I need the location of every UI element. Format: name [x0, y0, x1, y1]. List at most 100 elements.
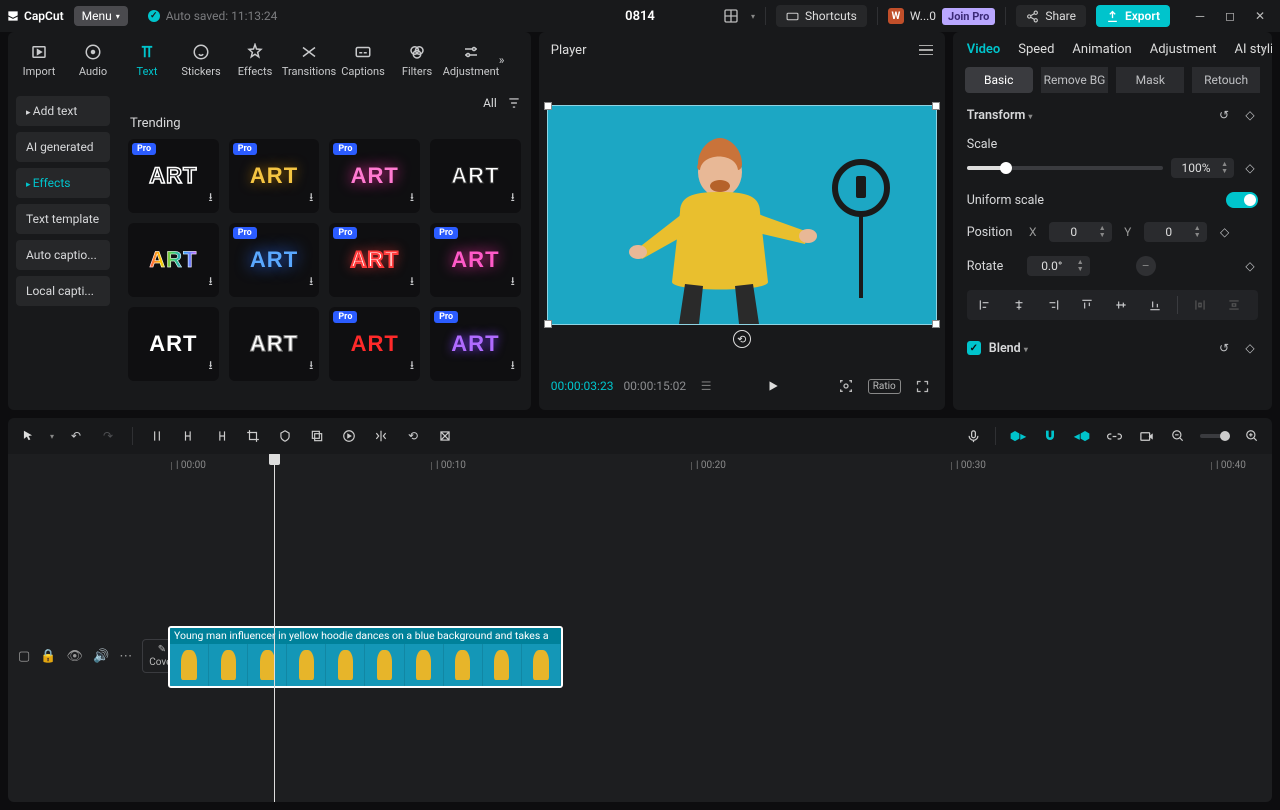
minimize-button[interactable]: ─	[1186, 4, 1214, 28]
share-button[interactable]: Share	[1016, 5, 1086, 27]
download-icon[interactable]: ⭳	[208, 188, 212, 209]
prop-tabs-more[interactable]: ›	[1262, 42, 1266, 57]
download-icon[interactable]: ⭳	[309, 188, 313, 209]
time-ruler[interactable]: | 00:00| 00:10| 00:20| 00:30| 00:40	[168, 454, 1272, 480]
cursor-tool[interactable]	[18, 426, 38, 446]
blend-checkbox[interactable]: ✓	[967, 341, 981, 355]
effect-card[interactable]: ART⭳	[128, 223, 219, 297]
download-icon[interactable]: ⭳	[208, 272, 212, 293]
reverse-tool[interactable]	[339, 426, 359, 446]
rotate-handle[interactable]: ⟲	[733, 330, 751, 348]
prop-tab-speed[interactable]: Speed	[1018, 42, 1054, 57]
effect-card[interactable]: ProART⭳	[329, 307, 420, 381]
align-center-v[interactable]	[1107, 294, 1135, 316]
track-more-icon[interactable]: ⋯	[119, 649, 132, 664]
effect-card[interactable]: ProART⭳	[128, 139, 219, 213]
rotate-input[interactable]: ▲▼	[1027, 256, 1090, 276]
gallery-all[interactable]: All	[483, 96, 497, 110]
zoom-out[interactable]	[1168, 426, 1188, 446]
download-icon[interactable]: ⭳	[511, 272, 515, 293]
align-bottom[interactable]	[1141, 294, 1169, 316]
list-icon[interactable]: ☰	[696, 376, 716, 396]
tab-filters[interactable]: Filters	[390, 39, 444, 82]
playhead[interactable]	[274, 454, 275, 802]
crop-tool[interactable]	[243, 426, 263, 446]
tab-transitions[interactable]: Transitions	[282, 39, 336, 82]
menu-button[interactable]: Menu▾	[74, 6, 128, 26]
rotate-tool[interactable]: ⟲	[403, 426, 423, 446]
download-icon[interactable]: ⭳	[309, 356, 313, 377]
split-left[interactable]	[179, 426, 199, 446]
preview-tool[interactable]	[1136, 426, 1156, 446]
more-tabs-icon[interactable]: »	[499, 53, 527, 67]
video-clip[interactable]: Young man influencer in yellow hoodie da…	[168, 626, 563, 688]
download-icon[interactable]: ⭳	[309, 272, 313, 293]
download-icon[interactable]: ⭳	[410, 188, 414, 209]
snap-left[interactable]: ⬢▸	[1008, 426, 1028, 446]
layout-icon[interactable]	[721, 6, 741, 26]
align-top[interactable]	[1073, 294, 1101, 316]
sidemenu-auto-captions[interactable]: Auto captio...	[16, 240, 110, 270]
keyframe-scale-icon[interactable]: ◇	[1242, 160, 1258, 176]
project-title[interactable]: 0814	[625, 9, 655, 24]
scale-slider[interactable]	[967, 166, 1163, 170]
uniform-scale-toggle[interactable]	[1226, 192, 1258, 208]
zoom-slider[interactable]	[1200, 434, 1230, 438]
align-center-h[interactable]	[1005, 294, 1033, 316]
subtab-mask[interactable]: Mask	[1116, 67, 1184, 93]
tab-audio[interactable]: Audio	[66, 39, 120, 82]
keyframe-transform-icon[interactable]: ◇	[1242, 107, 1258, 123]
marker-tool[interactable]	[275, 426, 295, 446]
position-x-input[interactable]: ▲▼	[1049, 222, 1112, 242]
effect-card[interactable]: ProART⭳	[329, 223, 420, 297]
prop-tab-aistyle[interactable]: AI styli	[1235, 42, 1273, 57]
player-menu-icon[interactable]	[919, 45, 933, 56]
magnet-tool[interactable]	[1040, 426, 1060, 446]
effect-card[interactable]: ProART⭳	[430, 307, 521, 381]
flip-button[interactable]: –	[1136, 256, 1156, 276]
position-y-input[interactable]: ▲▼	[1144, 222, 1207, 242]
scale-value[interactable]: ▲▼	[1171, 158, 1234, 178]
tab-captions[interactable]: Captions	[336, 39, 390, 82]
effect-card[interactable]: ProART⭳	[229, 223, 320, 297]
keyframe-position-icon[interactable]: ◇	[1217, 224, 1233, 240]
split-tool[interactable]	[147, 426, 167, 446]
align-left[interactable]	[971, 294, 999, 316]
filter-icon[interactable]	[507, 96, 521, 110]
handle-tl[interactable]	[544, 102, 552, 110]
handle-bl[interactable]	[544, 320, 552, 328]
sidemenu-effects[interactable]: Effects	[16, 168, 110, 198]
keyframe-blend-icon[interactable]: ◇	[1242, 340, 1258, 356]
undo-button[interactable]: ↶	[66, 426, 86, 446]
scan-icon[interactable]	[836, 376, 856, 396]
reset-transform-icon[interactable]: ↺	[1216, 107, 1232, 123]
timeline[interactable]: | 00:00| 00:10| 00:20| 00:30| 00:40 ▢ 🔒 …	[8, 454, 1272, 802]
shortcuts-button[interactable]: Shortcuts	[776, 5, 867, 27]
sidemenu-ai-generated[interactable]: AI generated	[16, 132, 110, 162]
effect-card[interactable]: ART⭳	[430, 139, 521, 213]
close-button[interactable]: ✕	[1246, 4, 1274, 28]
play-button[interactable]	[766, 379, 780, 393]
effect-card[interactable]: ProART⭳	[329, 139, 420, 213]
freeze-tool[interactable]	[435, 426, 455, 446]
ratio-button[interactable]: Ratio	[868, 379, 901, 394]
sidemenu-local-captions[interactable]: Local capti...	[16, 276, 110, 306]
track-collapse-icon[interactable]: ▢	[18, 649, 30, 664]
align-right[interactable]	[1039, 294, 1067, 316]
sidemenu-text-template[interactable]: Text template	[16, 204, 110, 234]
mic-icon[interactable]	[963, 426, 983, 446]
sidemenu-add-text[interactable]: Add text	[16, 96, 110, 126]
tab-text[interactable]: Text	[120, 39, 174, 82]
tab-stickers[interactable]: Stickers	[174, 39, 228, 82]
mirror-tool[interactable]	[371, 426, 391, 446]
tab-effects[interactable]: Effects	[228, 39, 282, 82]
prop-tab-video[interactable]: Video	[967, 42, 1001, 57]
subtab-basic[interactable]: Basic	[965, 67, 1033, 93]
tab-adjustment[interactable]: Adjustment	[444, 39, 498, 82]
tab-import[interactable]: Import	[12, 39, 66, 82]
duplicate-tool[interactable]	[307, 426, 327, 446]
user-badge[interactable]: WW...0Join Pro	[888, 8, 996, 25]
prop-tab-adjustment[interactable]: Adjustment	[1150, 42, 1217, 57]
subtab-retouch[interactable]: Retouch	[1192, 67, 1260, 93]
keyframe-rotate-icon[interactable]: ◇	[1242, 258, 1258, 274]
